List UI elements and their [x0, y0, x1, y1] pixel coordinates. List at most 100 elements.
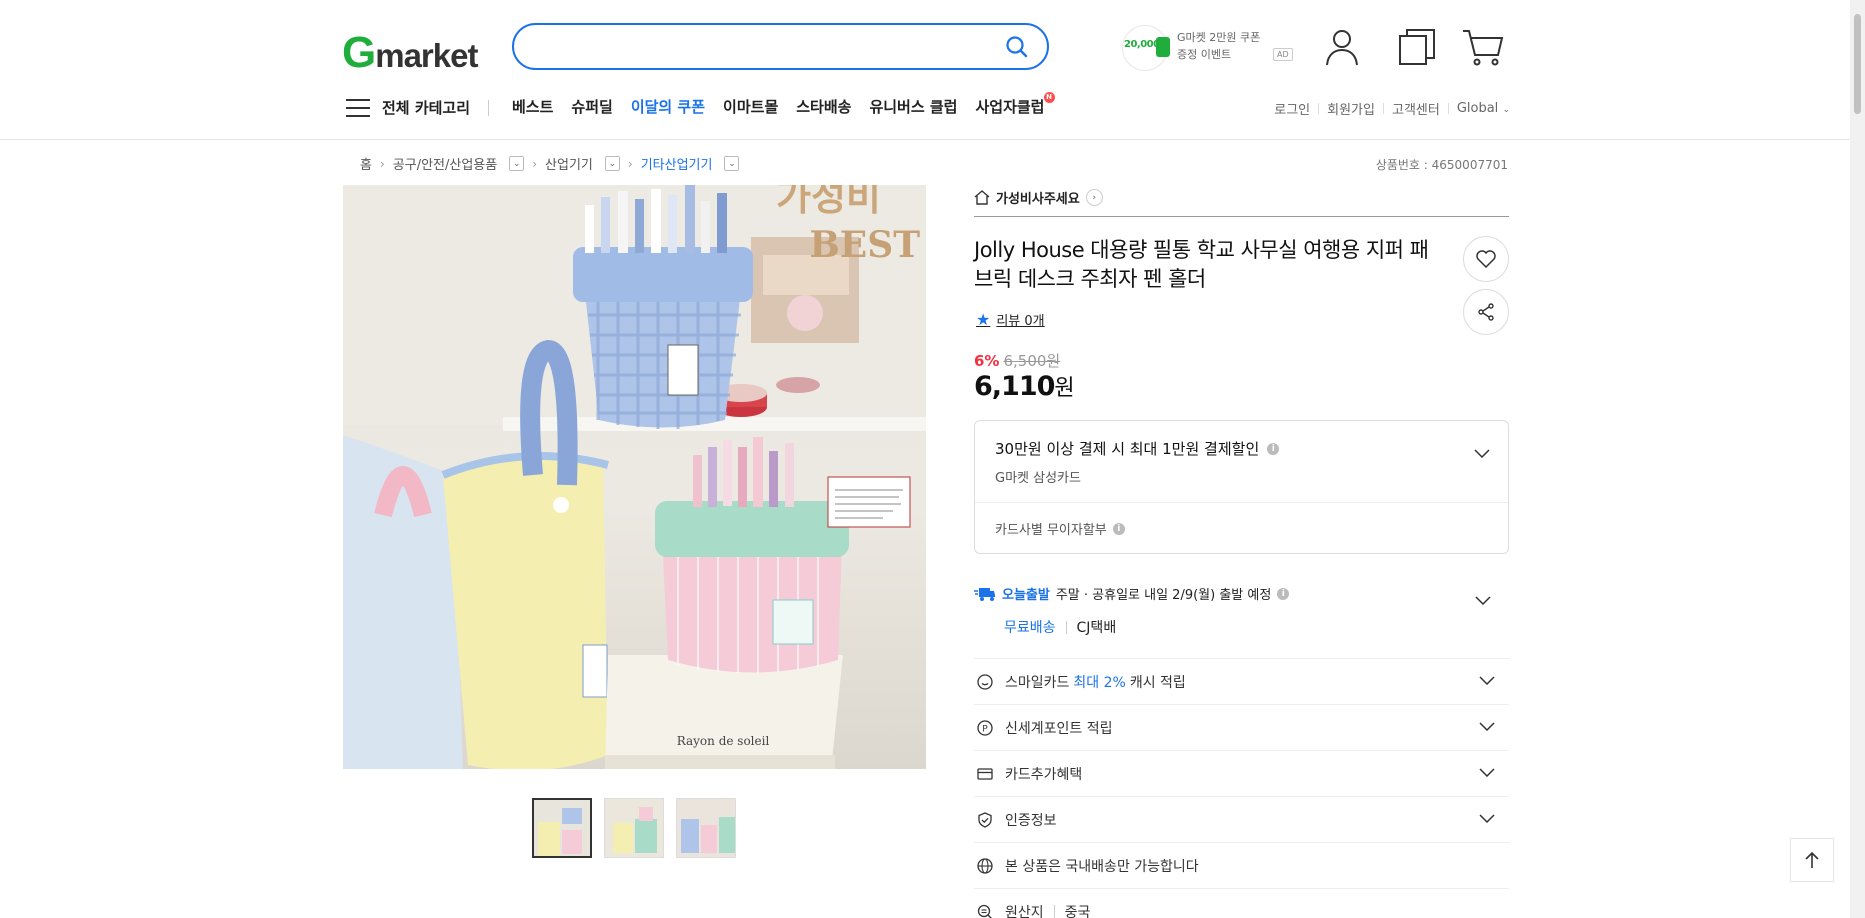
breadcrumb-sep-icon: ›: [532, 156, 538, 171]
breadcrumb-level3[interactable]: 기타산업기기: [641, 154, 713, 173]
chevron-down-icon[interactable]: [1479, 765, 1495, 781]
smile-icon: [977, 673, 995, 690]
nav-item-superdeal[interactable]: 슈퍼딜: [571, 96, 612, 117]
scroll-top-button[interactable]: [1790, 838, 1834, 882]
ad-banner[interactable]: 20,000 G마켓 2만원 쿠폰 증정 이벤트: [1122, 25, 1292, 71]
card-benefit-subtitle: G마켓 삼성카드: [995, 471, 1081, 486]
origin-icon: [977, 904, 995, 918]
origin-value: 중국: [1064, 904, 1091, 918]
origin-divider: [1053, 905, 1055, 918]
search-box[interactable]: [512, 23, 1049, 70]
benefit-label: 본 상품은 국내배송만 가능합니다: [1005, 858, 1199, 875]
card-benefit-title-row[interactable]: 30만원 이상 결제 시 최대 1만원 결제할인 i: [995, 438, 1280, 459]
thumbnail-1[interactable]: [532, 798, 592, 858]
chevron-down-icon[interactable]: [1475, 590, 1491, 609]
global-link[interactable]: Global ⌄: [1457, 101, 1510, 116]
seller-divider: [974, 216, 1509, 217]
nav-divider: [488, 100, 489, 116]
breadcrumb-sep-icon: ›: [627, 156, 633, 171]
chevron-right-icon: ›: [1085, 189, 1103, 206]
price-value: 6,110: [974, 371, 1055, 402]
seller-shop-link[interactable]: 가성비사주세요 ›: [974, 188, 1103, 207]
chevron-down-icon[interactable]: [1479, 719, 1495, 735]
nav-item-universe-club[interactable]: 유니버스 클럽: [869, 96, 957, 117]
breadcrumb-level1[interactable]: 공구/안전/산업용품: [393, 154, 497, 173]
customer-center-link[interactable]: 고객센터: [1392, 99, 1440, 118]
domestic-shipping-row: 본 상품은 국내배송만 가능합니다: [974, 842, 1509, 888]
scrollbar-thumb[interactable]: [1854, 14, 1861, 114]
all-category-label: 전체 카테고리: [382, 99, 471, 117]
share-button[interactable]: [1463, 289, 1509, 335]
chevron-down-icon[interactable]: [1479, 673, 1495, 689]
star-icon: ★: [976, 310, 991, 329]
delivery-truck-icon: [974, 587, 995, 601]
logo-g: G: [342, 28, 376, 77]
new-badge: N: [1043, 92, 1055, 103]
business-club-label: 사업자클럽: [975, 98, 1045, 116]
nav-item-monthly-coupon[interactable]: 이달의 쿠폰: [631, 96, 705, 117]
product-main-image[interactable]: 가성비 BEST Rayon de soleil: [343, 185, 926, 769]
discount-row: 6% 6,500원: [974, 350, 1060, 371]
info-icon[interactable]: i: [1112, 522, 1125, 535]
hamburger-icon: [346, 98, 370, 117]
smilecard-benefit-row[interactable]: 스마일카드 최대 2% 캐시 적립: [974, 658, 1509, 704]
heart-icon: [1476, 250, 1496, 268]
chevron-down-icon[interactable]: [1479, 811, 1495, 827]
shield-icon: [977, 811, 995, 828]
carrier-name: CJ택배: [1076, 620, 1117, 636]
page-scrollbar[interactable]: [1850, 0, 1865, 918]
card-icon: [977, 767, 995, 781]
price-unit: 원: [1054, 376, 1074, 401]
thumbnail-3[interactable]: [676, 798, 736, 858]
ad-line2: 증정 이벤트: [1177, 48, 1232, 61]
search-icon[interactable]: [1005, 35, 1029, 63]
info-icon[interactable]: i: [1277, 587, 1290, 600]
shinsegae-point-row[interactable]: P 신세계포인트 적립: [974, 704, 1509, 750]
breadcrumb-home[interactable]: 홈: [360, 154, 372, 173]
card-benefit-title: 30만원 이상 결제 시 최대 1만원 결제할인: [995, 440, 1260, 458]
benefit-highlight: 최대 2%: [1073, 674, 1126, 691]
thumbnail-list: [532, 798, 736, 858]
nav-item-emart[interactable]: 이마트몰: [723, 96, 778, 117]
shipping-row[interactable]: 오늘출발 주말 · 공휴일로 내일 2/9(월) 출발 예정 i: [974, 584, 1509, 603]
chevron-down-icon[interactable]: ⌄: [724, 156, 740, 171]
favorite-button[interactable]: [1463, 236, 1509, 282]
coupon-coin-icon: 20,000: [1122, 25, 1170, 71]
nav-item-business-club[interactable]: 사업자클럽 N: [975, 92, 1055, 117]
ad-line1: G마켓 2만원 쿠폰: [1177, 31, 1261, 44]
thumbnail-2[interactable]: [604, 798, 664, 858]
benefit-label: 인증정보: [1005, 812, 1057, 829]
svg-text:P: P: [982, 724, 988, 734]
breadcrumb-level2[interactable]: 산업기기: [545, 154, 593, 173]
review-link[interactable]: ★ 리뷰 0개: [976, 310, 1045, 329]
ad-tag: AD: [1273, 48, 1293, 61]
certification-row[interactable]: 인증정보: [974, 796, 1509, 842]
signup-link[interactable]: 회원가입: [1327, 99, 1375, 118]
chevron-down-icon[interactable]: [1474, 443, 1490, 462]
card-extra-benefit-row[interactable]: 카드추가혜택: [974, 750, 1509, 796]
search-input[interactable]: [532, 25, 1002, 68]
installment-label: 카드사별 무이자할부: [995, 523, 1107, 538]
shipping-detail: 주말 · 공휴일로 내일 2/9(월) 출발 예정: [1055, 588, 1272, 603]
info-icon[interactable]: i: [1267, 442, 1280, 455]
all-category-button[interactable]: 전체 카테고리: [346, 97, 470, 118]
header-divider: [0, 139, 1850, 140]
login-link[interactable]: 로그인: [1274, 99, 1310, 118]
cart-icon[interactable]: [1462, 28, 1504, 70]
globe-icon: [977, 857, 995, 874]
installment-row[interactable]: 카드사별 무이자할부 i: [995, 519, 1125, 538]
arrow-up-icon: [1805, 851, 1819, 868]
product-number: 상품번호 : 4650007701: [1375, 158, 1508, 172]
product-title: Jolly House 대용량 필통 학교 사무실 여행용 지퍼 패브릭 데스크…: [974, 238, 1429, 291]
chevron-down-icon[interactable]: ⌄: [604, 156, 620, 171]
my-page-icon[interactable]: [1324, 28, 1360, 70]
gmarket-logo[interactable]: Gmarket: [342, 28, 478, 78]
ad-text: G마켓 2만원 쿠폰 증정 이벤트: [1177, 29, 1260, 63]
recent-view-icon[interactable]: [1398, 28, 1436, 70]
nav-item-star-delivery[interactable]: 스타배송: [796, 96, 851, 117]
origin-row: 원산지 중국: [974, 888, 1509, 918]
nav-item-best[interactable]: 베스트: [512, 96, 553, 117]
book-title-text: Rayon de soleil: [677, 734, 770, 748]
chevron-down-icon[interactable]: ⌄: [509, 156, 525, 171]
today-shipping-label: 오늘출발: [1002, 588, 1050, 603]
